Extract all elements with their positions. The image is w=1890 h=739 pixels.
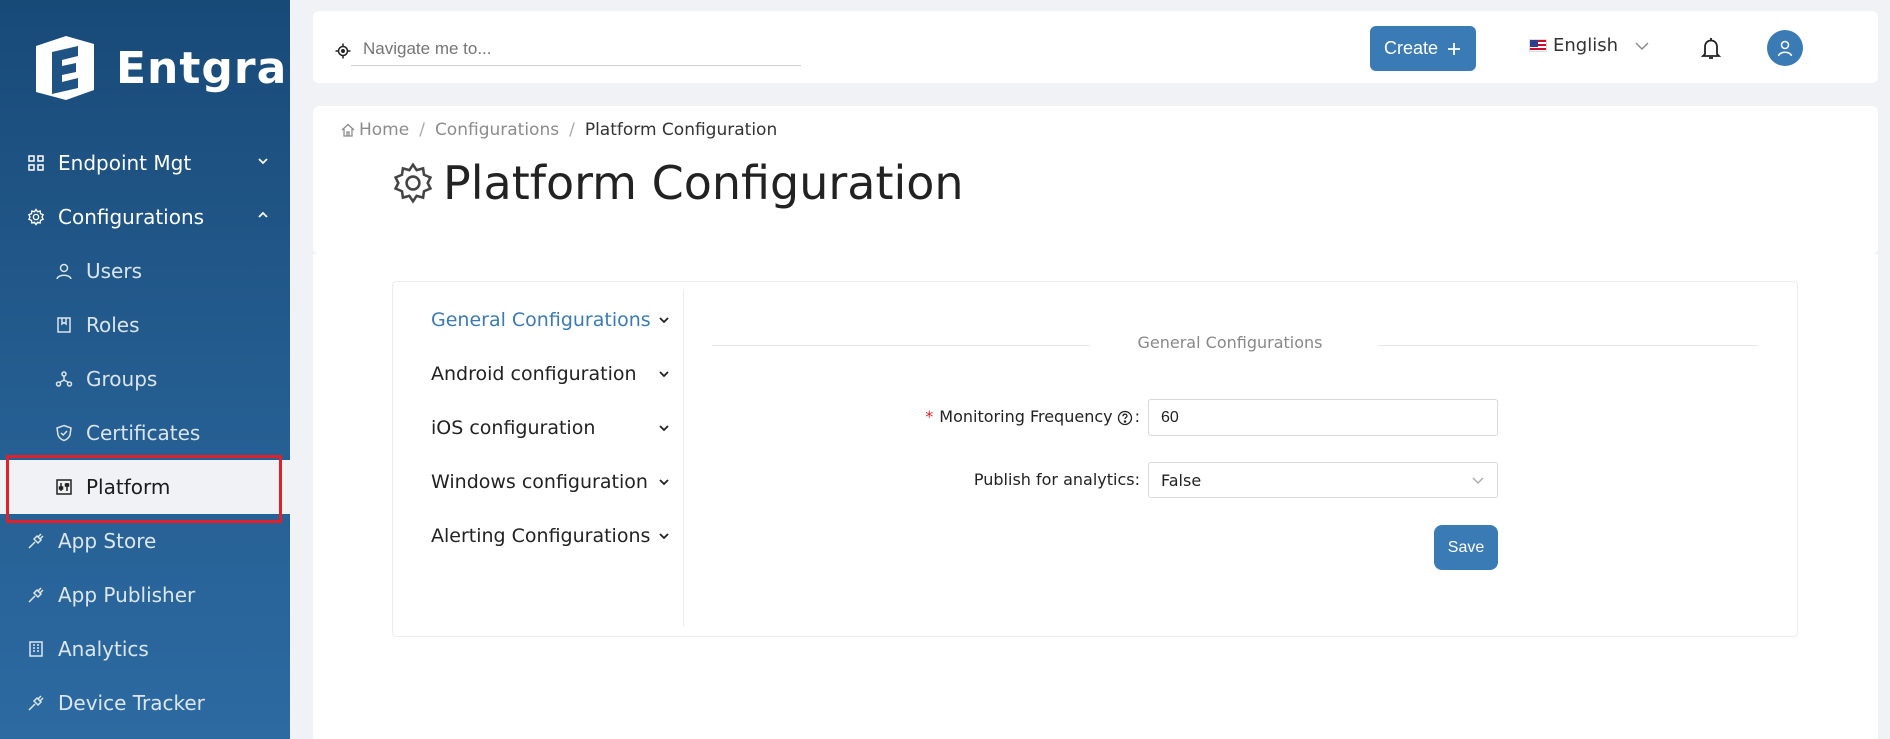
- breadcrumb-separator: /: [569, 120, 575, 140]
- plug-icon: [26, 531, 46, 551]
- home-icon: [341, 123, 355, 137]
- sidebar-item-label: App Store: [58, 529, 157, 553]
- section-title: General Configurations: [1137, 333, 1323, 352]
- menu-android-configuration[interactable]: Android configuration: [431, 359, 671, 389]
- entgra-logo-icon: [36, 36, 94, 100]
- bell-icon[interactable]: [1699, 36, 1723, 62]
- brand-name: Entgra: [116, 42, 288, 94]
- config-menu: General Configurations Android configura…: [392, 290, 684, 626]
- chevron-down-icon: [258, 158, 268, 165]
- sidebar-item-platform[interactable]: Platform: [0, 460, 290, 514]
- sidebar-item-label: Endpoint Mgt: [58, 151, 192, 175]
- chevron-down-icon: [1472, 477, 1484, 484]
- sidebar-item-app-store[interactable]: App Store: [0, 514, 290, 568]
- create-button-label: Create: [1383, 38, 1439, 58]
- breadcrumb-home[interactable]: Home: [359, 120, 409, 140]
- chevron-up-icon: [258, 211, 268, 218]
- user-icon: [1777, 40, 1793, 57]
- select-value: False: [1161, 470, 1202, 490]
- page-title: Platform Configuration: [391, 156, 964, 210]
- sidebar-item-label: App Publisher: [58, 583, 196, 607]
- sidebar-nav: Endpoint Mgt Configurations Users Roles: [0, 136, 290, 730]
- save-button[interactable]: Save: [1434, 525, 1498, 570]
- page-title-text: Platform Configuration: [443, 156, 964, 210]
- sidebar-item-analytics[interactable]: Analytics: [0, 622, 290, 676]
- analytics-label-text: Publish for analytics: [973, 470, 1135, 489]
- chevron-down-icon: [659, 479, 669, 486]
- building-icon: [26, 639, 46, 659]
- cluster-icon: [54, 369, 74, 389]
- sidebar-item-label: Configurations: [58, 205, 205, 229]
- publish-analytics-select[interactable]: False: [1148, 462, 1498, 498]
- us-flag-icon: [1529, 39, 1547, 52]
- language-label: English: [1553, 35, 1618, 56]
- menu-item-label: General Configurations: [431, 309, 651, 331]
- sidebar-item-certificates[interactable]: Certificates: [0, 406, 290, 460]
- breadcrumb-current: Platform Configuration: [584, 120, 778, 140]
- chevron-down-icon: [659, 533, 669, 540]
- plug-icon: [26, 693, 46, 713]
- grid-icon: [26, 153, 46, 173]
- menu-item-label: Alerting Configurations: [431, 525, 651, 547]
- chevron-down-icon: [1635, 42, 1649, 50]
- menu-ios-configuration[interactable]: iOS configuration: [431, 413, 671, 443]
- menu-general-configurations[interactable]: General Configurations: [431, 305, 671, 335]
- sidebar: Entgra Endpoint Mgt Configurations Users: [0, 0, 290, 739]
- breadcrumb-configurations[interactable]: Configurations: [435, 120, 559, 140]
- breadcrumb: Home / Configurations / Platform Configu…: [340, 120, 777, 140]
- page-header: Home / Configurations / Platform Configu…: [313, 106, 1878, 254]
- sidebar-item-label: Device Tracker: [58, 691, 205, 715]
- create-button[interactable]: Create: [1370, 26, 1476, 71]
- sidebar-item-label: Groups: [86, 367, 158, 391]
- menu-alerting-configurations[interactable]: Alerting Configurations: [431, 521, 671, 551]
- sidebar-item-configurations[interactable]: Configurations: [0, 190, 290, 244]
- user-icon: [54, 261, 74, 281]
- monitoring-label-text: Monitoring Frequency: [939, 407, 1113, 426]
- menu-item-label: iOS configuration: [431, 417, 596, 439]
- sliders-icon: [54, 477, 74, 497]
- sidebar-item-endpoint-mgt[interactable]: Endpoint Mgt: [0, 136, 290, 190]
- book-icon: [54, 315, 74, 335]
- sidebar-item-device-tracker[interactable]: Device Tracker: [0, 676, 290, 730]
- top-bar: Create English: [313, 11, 1878, 83]
- sidebar-item-users[interactable]: Users: [0, 244, 290, 298]
- sidebar-item-label: Users: [86, 259, 143, 283]
- user-avatar[interactable]: [1767, 30, 1803, 66]
- divider-left: [712, 345, 1090, 346]
- monitoring-frequency-input[interactable]: [1148, 399, 1498, 436]
- language-selector[interactable]: English: [1529, 35, 1650, 56]
- navigate-input[interactable]: [351, 35, 801, 66]
- navigate-search: [335, 35, 801, 66]
- menu-item-label: Windows configuration: [431, 471, 648, 493]
- chevron-down-icon: [659, 425, 669, 432]
- plug-icon: [26, 585, 46, 605]
- menu-windows-configuration[interactable]: Windows configuration: [431, 467, 671, 497]
- sidebar-item-app-publisher[interactable]: App Publisher: [0, 568, 290, 622]
- gear-icon: [393, 162, 433, 204]
- publish-analytics-label: Publish for analytics:: [973, 470, 1140, 489]
- sidebar-item-label: Roles: [86, 313, 140, 337]
- chevron-down-icon: [659, 371, 669, 378]
- divider-right: [1378, 345, 1758, 346]
- sidebar-item-label: Analytics: [58, 637, 149, 661]
- gear-icon: [26, 207, 46, 227]
- crosshair-icon: [335, 43, 351, 58]
- sidebar-item-label: Certificates: [86, 421, 201, 445]
- required-marker: *: [925, 407, 934, 426]
- question-circle-icon[interactable]: [1117, 410, 1133, 426]
- monitoring-frequency-label: * Monitoring Frequency:: [925, 407, 1140, 426]
- brand-logo[interactable]: Entgra: [30, 32, 287, 104]
- chevron-down-icon: [659, 317, 669, 324]
- plus-icon: [1448, 42, 1461, 55]
- breadcrumb-separator: /: [419, 120, 425, 140]
- shield-icon: [54, 423, 74, 443]
- sidebar-item-roles[interactable]: Roles: [0, 298, 290, 352]
- sidebar-item-groups[interactable]: Groups: [0, 352, 290, 406]
- sidebar-item-label: Platform: [86, 475, 171, 499]
- menu-item-label: Android configuration: [431, 363, 637, 385]
